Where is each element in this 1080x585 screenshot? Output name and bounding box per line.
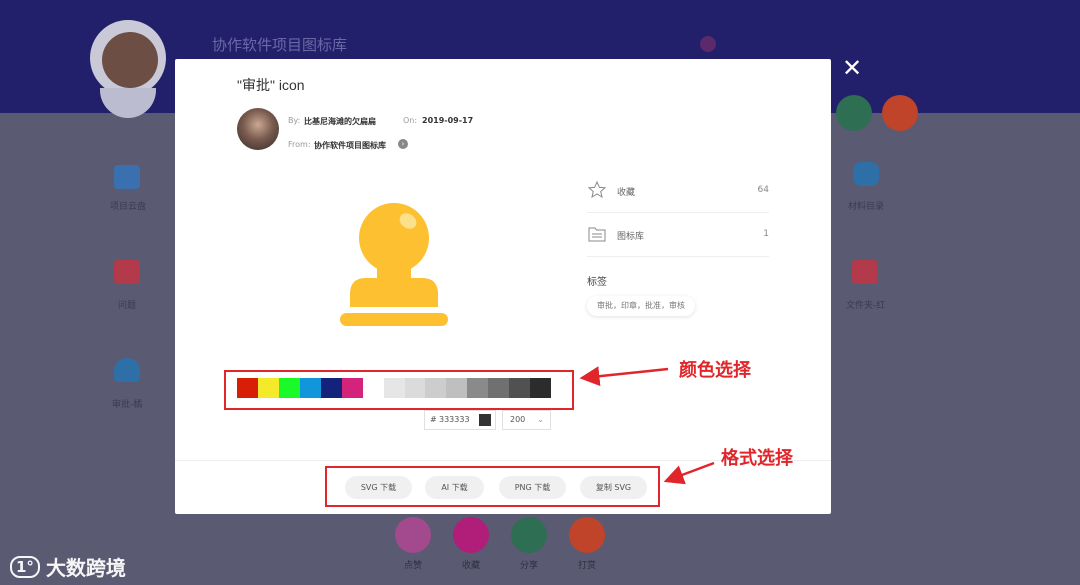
from-library[interactable]: 协作软件项目图标库 xyxy=(314,140,386,151)
watermark: 1° 大数跨境 xyxy=(10,552,126,581)
action-label: 收藏 xyxy=(461,561,480,571)
heart-icon[interactable] xyxy=(453,517,489,553)
action-label: 点赞 xyxy=(403,561,422,571)
watermark-brand: 大数跨境 xyxy=(45,556,126,580)
action-label: 分享 xyxy=(519,561,538,571)
on-label: On: xyxy=(403,116,418,125)
library-count: 1 xyxy=(763,229,769,239)
current-color-swatch[interactable] xyxy=(479,414,491,426)
folder-icon[interactable] xyxy=(852,260,878,284)
library-stat[interactable]: 图标库 1 xyxy=(587,214,769,257)
tags-list[interactable]: 审批，印章，批准，审核 xyxy=(587,296,695,316)
header-reward-icon[interactable] xyxy=(882,95,918,131)
close-icon[interactable]: ✕ xyxy=(842,56,862,80)
side-item-label: 文件夹-红 xyxy=(846,301,886,311)
publish-date: 2019-09-17 xyxy=(422,116,474,125)
color-select-label: 颜色选择 xyxy=(679,360,751,381)
library-title[interactable]: 协作软件项目图标库 xyxy=(212,34,347,55)
author-name[interactable]: 比基尼海滩的欠扁扁 xyxy=(304,116,376,127)
icon-preview xyxy=(237,170,551,364)
from-label: From: xyxy=(288,140,311,149)
user-icon[interactable] xyxy=(114,358,140,382)
by-label: By: xyxy=(288,116,301,125)
favorite-count: 64 xyxy=(757,185,769,195)
header-decoration xyxy=(700,36,716,52)
share-icon[interactable] xyxy=(511,517,547,553)
chat-icon[interactable] xyxy=(114,260,140,284)
favorite-stat[interactable]: 收藏 64 xyxy=(587,170,769,213)
format-select-highlight xyxy=(325,466,660,507)
star-icon xyxy=(587,180,607,199)
side-item-label: 材料目录 xyxy=(848,202,885,212)
library-icon xyxy=(588,227,606,242)
side-item-label: 问题 xyxy=(118,301,137,311)
size-value: 200 xyxy=(510,415,526,424)
hex-value: 333333 xyxy=(439,415,470,424)
stamp-icon xyxy=(340,203,448,326)
like-icon[interactable] xyxy=(395,517,431,553)
modal-title: "审批" icon xyxy=(237,77,305,93)
hex-color-input[interactable]: # 333333 xyxy=(424,410,496,430)
side-item-label: 审批-橘 xyxy=(112,400,143,410)
watermark-logo: 1° xyxy=(10,555,40,578)
format-select-label: 格式选择 xyxy=(721,448,793,469)
chevron-down-icon: ⌄ xyxy=(537,415,544,424)
chevron-right-icon[interactable]: › xyxy=(398,139,408,149)
favorite-label: 收藏 xyxy=(617,188,636,198)
library-avatar[interactable] xyxy=(102,32,158,88)
author-avatar[interactable] xyxy=(237,108,279,150)
header-share-icon[interactable] xyxy=(836,95,872,131)
hex-prefix: # xyxy=(430,415,437,424)
size-select[interactable]: 200 ⌄ xyxy=(502,410,551,430)
side-item-label: 项目云盘 xyxy=(110,202,147,212)
action-label: 打赏 xyxy=(577,561,596,571)
reward-icon[interactable] xyxy=(569,517,605,553)
database-icon[interactable] xyxy=(853,162,879,186)
color-select-highlight xyxy=(224,370,574,410)
library-label: 图标库 xyxy=(617,232,645,242)
tags-title: 标签 xyxy=(587,277,607,288)
drive-icon[interactable] xyxy=(114,165,140,189)
